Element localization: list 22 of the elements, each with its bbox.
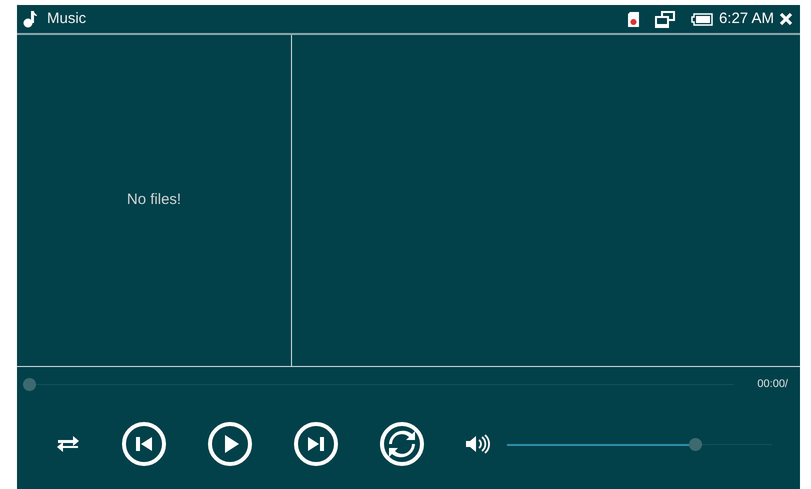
close-button[interactable]: [778, 11, 794, 27]
play-icon: [207, 421, 253, 467]
previous-icon: [121, 421, 167, 467]
refresh-button[interactable]: [379, 421, 425, 467]
network-icon: [654, 10, 675, 28]
sd-card-icon: [628, 12, 639, 26]
repeat-button[interactable]: [55, 433, 81, 455]
volume-icon: [465, 434, 491, 454]
empty-message: No files!: [126, 190, 182, 210]
playback-time: 00:00/: [756, 376, 788, 392]
previous-button[interactable]: [121, 421, 167, 467]
repeat-icon: [55, 433, 81, 455]
battery-icon: [690, 12, 713, 26]
next-icon: [293, 421, 339, 467]
refresh-icon: [379, 421, 425, 467]
progress-slider-thumb[interactable]: [23, 378, 36, 390]
music-note-icon: [23, 10, 37, 28]
play-button[interactable]: [207, 421, 253, 467]
volume-slider-thumb[interactable]: [689, 438, 702, 450]
window-title: Music: [47, 8, 86, 29]
clock-time: 6:27 AM: [718, 8, 774, 29]
next-button[interactable]: [293, 421, 339, 467]
